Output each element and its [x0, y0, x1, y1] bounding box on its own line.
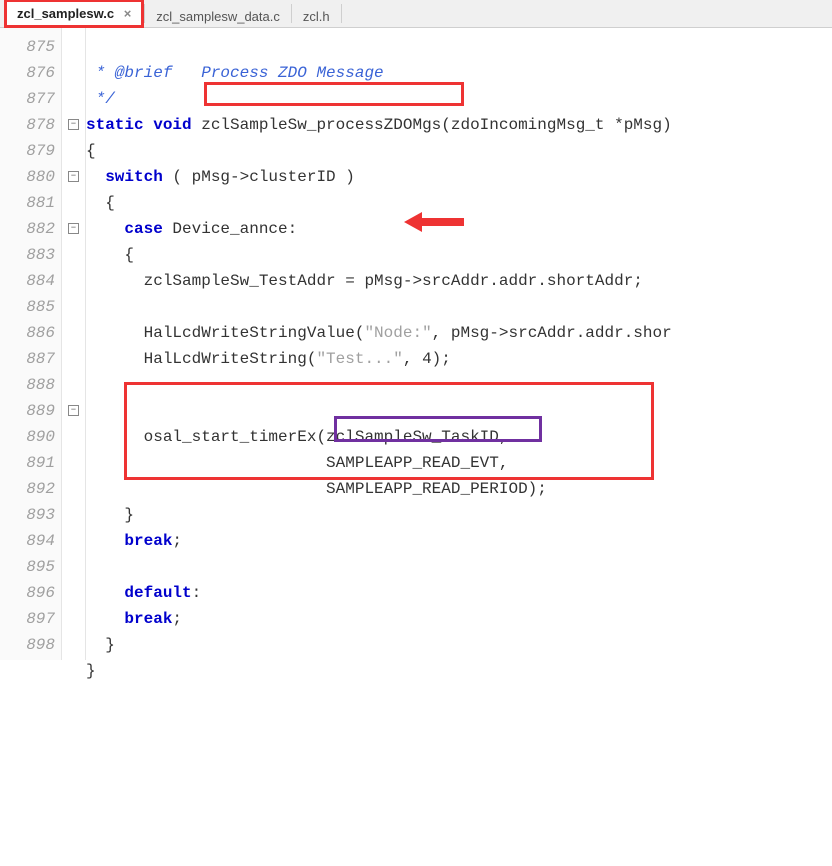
line-number: 893 — [0, 502, 55, 528]
code-string: "Node:" — [364, 324, 431, 342]
annotation-redbox-function — [204, 82, 464, 106]
code-text: osal_start_timerEx(zclSampleSw_TaskID, — [86, 428, 508, 446]
code-keyword: break — [124, 610, 172, 628]
tab-label: zcl.h — [303, 9, 330, 24]
line-number: 894 — [0, 528, 55, 554]
code-keyword: case — [124, 220, 162, 238]
fold-toggle-icon[interactable]: − — [68, 405, 79, 416]
line-number: 882 — [0, 216, 55, 242]
code-brace: } — [86, 506, 134, 524]
code-text: SAMPLEAPP_READ_PERIOD); — [86, 480, 547, 498]
code-brace: { — [86, 194, 115, 212]
code-text: HalLcdWriteString( — [86, 350, 316, 368]
code-text: SAMPLEAPP_READ_EVT, — [86, 454, 508, 472]
line-number-gutter: 8758768778788798808818828838848858868878… — [0, 28, 62, 660]
code-text: ( pMsg->clusterID ) — [163, 168, 355, 186]
line-number: 897 — [0, 606, 55, 632]
code-brace: } — [86, 636, 115, 654]
code-text: , 4); — [403, 350, 451, 368]
tab-file-2[interactable]: zcl_samplesw_data.c — [145, 4, 291, 28]
fold-toggle-icon[interactable]: − — [68, 171, 79, 182]
line-number: 879 — [0, 138, 55, 164]
line-number: 888 — [0, 372, 55, 398]
line-number: 884 — [0, 268, 55, 294]
code-editor[interactable]: 8758768778788798808818828838848858868878… — [0, 28, 832, 660]
tab-label: zcl_samplesw_data.c — [156, 9, 280, 24]
fold-toggle-icon[interactable]: − — [68, 223, 79, 234]
line-number: 892 — [0, 476, 55, 502]
line-number: 880 — [0, 164, 55, 190]
code-keyword: break — [124, 532, 172, 550]
tab-active-file[interactable]: zcl_samplesw.c × — [4, 0, 144, 28]
code-brace: { — [86, 142, 96, 160]
code-brace: } — [86, 662, 96, 680]
code-comment: */ — [86, 90, 115, 108]
code-text: ; — [172, 532, 182, 550]
tab-file-3[interactable]: zcl.h — [292, 4, 341, 28]
code-string: "Test..." — [316, 350, 402, 368]
line-number: 883 — [0, 242, 55, 268]
code-text: zclSampleSw_TestAddr = pMsg->srcAddr.add… — [86, 272, 643, 290]
code-keyword: switch — [105, 168, 163, 186]
code-text: HalLcdWriteStringValue( — [86, 324, 364, 342]
code-function-name: zclSampleSw_processZDOMgs — [192, 116, 442, 134]
fold-column: − − − − — [62, 28, 86, 660]
code-keyword: static void — [86, 116, 192, 134]
code-text: (zdoIncomingMsg_t *pMsg) — [441, 116, 671, 134]
code-area[interactable]: * @brief Process ZDO Message */ static v… — [86, 28, 832, 660]
line-number: 878 — [0, 112, 55, 138]
line-number: 875 — [0, 34, 55, 60]
tab-label: zcl_samplesw.c — [17, 6, 114, 21]
line-number: 889 — [0, 398, 55, 424]
code-comment: * @brief Process ZDO Message — [86, 64, 384, 82]
close-icon[interactable]: × — [124, 6, 132, 21]
line-number: 890 — [0, 424, 55, 450]
line-number: 886 — [0, 320, 55, 346]
code-text: : — [192, 584, 202, 602]
line-number: 877 — [0, 86, 55, 112]
annotation-arrow-icon — [346, 182, 406, 210]
code-text: , pMsg->srcAddr.addr.shor — [432, 324, 672, 342]
line-number: 895 — [0, 554, 55, 580]
line-number: 891 — [0, 450, 55, 476]
line-number: 896 — [0, 580, 55, 606]
code-brace: { — [86, 246, 134, 264]
code-keyword: default — [124, 584, 191, 602]
fold-toggle-icon[interactable]: − — [68, 119, 79, 130]
line-number: 887 — [0, 346, 55, 372]
code-text: Device_annce: — [163, 220, 297, 238]
line-number: 898 — [0, 632, 55, 658]
line-number: 876 — [0, 60, 55, 86]
line-number: 885 — [0, 294, 55, 320]
file-tab-bar: zcl_samplesw.c × zcl_samplesw_data.c zcl… — [0, 0, 832, 28]
code-text: ; — [172, 610, 182, 628]
line-number: 881 — [0, 190, 55, 216]
